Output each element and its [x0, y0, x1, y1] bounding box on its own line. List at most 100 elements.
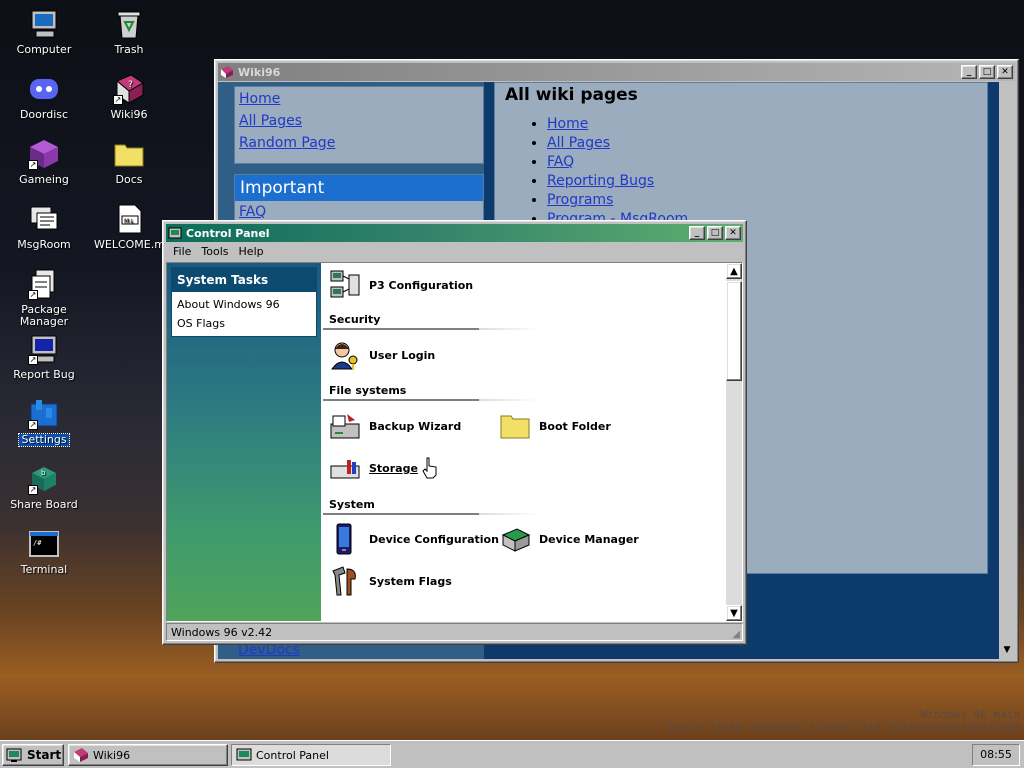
- wiki96-titlebar[interactable]: Wiki96 _ □ ✕: [218, 63, 1015, 81]
- desktop-icon-label: Report Bug: [13, 368, 75, 381]
- desktop-icon-docs[interactable]: Docs: [92, 138, 166, 186]
- desktop-icon-label: MsgRoom: [17, 238, 71, 251]
- applet-device-manager[interactable]: Device Manager: [499, 521, 639, 557]
- wiki-heading: All wiki pages: [505, 85, 638, 105]
- desktop-icon-wiki96[interactable]: ? ↗ Wiki96: [92, 73, 166, 121]
- markdown-file-icon: M↓: [113, 203, 145, 235]
- vertical-scrollbar[interactable]: ▲ ▼: [726, 263, 742, 621]
- scroll-up-arrow-icon[interactable]: ▲: [726, 263, 742, 279]
- section-security: Security: [323, 311, 539, 330]
- build-watermark: Windows 96 main Build 11589.7b9a893a.211…: [669, 708, 1020, 734]
- desktop-icon-label: Docs: [115, 173, 143, 186]
- control-panel-window[interactable]: Control Panel _ □ ✕ File Tools Help Syst…: [162, 220, 747, 645]
- control-panel-icon: [236, 748, 252, 761]
- terminal-icon: /#: [28, 528, 60, 560]
- maximize-button[interactable]: □: [979, 65, 995, 79]
- close-button[interactable]: ✕: [997, 65, 1013, 79]
- desktop-icon-terminal[interactable]: /# Terminal: [7, 528, 81, 576]
- wiki-link-all-pages[interactable]: All Pages: [235, 110, 483, 132]
- list-item: FAQ: [547, 153, 987, 172]
- applet-p3-configuration[interactable]: P3 Configuration: [329, 267, 473, 303]
- svg-text:/#: /#: [33, 539, 42, 547]
- status-bar: Windows 96 v2.42 ◢: [166, 623, 743, 641]
- menu-tools[interactable]: Tools: [196, 245, 233, 258]
- wiki-book-icon: ? ↗: [113, 73, 145, 105]
- task-os-flags[interactable]: OS Flags: [172, 314, 316, 333]
- windows-logo-icon: [6, 748, 22, 762]
- task-about-windows[interactable]: About Windows 96: [172, 295, 316, 314]
- scroll-down-arrow-icon[interactable]: ▼: [726, 605, 742, 621]
- list-item: Reporting Bugs: [547, 172, 987, 191]
- taskbar-button-control-panel[interactable]: Control Panel: [231, 744, 391, 766]
- start-button[interactable]: Start: [2, 744, 64, 766]
- applet-system-flags[interactable]: System Flags: [329, 563, 452, 599]
- applet-label: Device Manager: [539, 532, 639, 546]
- network-icon: [330, 270, 360, 298]
- scroll-down-arrow-icon[interactable]: ▼: [999, 645, 1015, 659]
- control-panel-content: System Tasks About Windows 96 OS Flags P…: [166, 262, 743, 622]
- wiki-page-list: Home All Pages FAQ Reporting Bugs Progra…: [523, 115, 987, 229]
- desktop-icon-gameing[interactable]: ↗ Gameing: [7, 138, 81, 186]
- taskbar-button-label: Wiki96: [93, 748, 131, 762]
- computer-icon: [28, 8, 60, 40]
- desktop-icon-package-manager[interactable]: ↗ Package Manager: [7, 268, 81, 328]
- wiki-link-home[interactable]: Home: [235, 88, 483, 110]
- control-panel-titlebar[interactable]: Control Panel _ □ ✕: [166, 224, 743, 242]
- taskbar-button-wiki96[interactable]: Wiki96: [68, 744, 228, 766]
- desktop-icon-trash[interactable]: Trash: [92, 8, 166, 56]
- wiki-page-link[interactable]: Reporting Bugs: [547, 173, 654, 189]
- desktop-icon-label: Settings: [18, 433, 70, 447]
- close-button[interactable]: ✕: [725, 226, 741, 240]
- wiki-book-icon: [221, 66, 233, 78]
- svg-text:M↓: M↓: [124, 218, 134, 225]
- menu-file[interactable]: File: [168, 245, 196, 258]
- vertical-scrollbar[interactable]: ▼: [999, 82, 1015, 659]
- share-board-icon: b ↗: [28, 463, 60, 495]
- maximize-button[interactable]: □: [707, 226, 723, 240]
- important-header: Important: [235, 175, 483, 201]
- applet-user-login[interactable]: User Login: [329, 337, 435, 373]
- section-system: System: [323, 496, 539, 515]
- minimize-button[interactable]: _: [689, 226, 705, 240]
- desktop-icon-report-bug[interactable]: ↗ Report Bug: [7, 333, 81, 381]
- wiki-page-link[interactable]: All Pages: [547, 135, 610, 151]
- desktop-icon-share-board[interactable]: b ↗ Share Board: [7, 463, 81, 511]
- status-text: Windows 96 v2.42: [171, 626, 273, 639]
- applet-label: Boot Folder: [539, 419, 611, 433]
- svg-text:?: ?: [128, 80, 133, 90]
- minimize-button[interactable]: _: [961, 65, 977, 79]
- desktop-icon-settings[interactable]: ↗ Settings: [7, 398, 81, 447]
- resize-grip-icon[interactable]: ◢: [732, 629, 740, 640]
- system-tray-clock[interactable]: 08:55: [972, 744, 1020, 766]
- applet-boot-folder[interactable]: Boot Folder: [499, 408, 611, 444]
- applet-label: P3 Configuration: [369, 278, 474, 292]
- desktop-icon-doordisc[interactable]: Doordisc: [7, 73, 81, 121]
- applet-backup-wizard[interactable]: Backup Wizard: [329, 408, 461, 444]
- desktop-icon-welcome[interactable]: M↓ WELCOME.md: [92, 203, 172, 251]
- report-bug-icon: ↗: [28, 333, 60, 365]
- system-tasks-box: System Tasks About Windows 96 OS Flags: [171, 267, 317, 337]
- wiki-nav-box: Home All Pages Random Page: [234, 86, 484, 164]
- svg-text:b: b: [41, 469, 46, 477]
- control-panel-icon: [168, 227, 182, 239]
- wiki-link-random[interactable]: Random Page: [235, 132, 483, 154]
- section-file-systems: File systems: [323, 382, 539, 401]
- start-label: Start: [27, 748, 62, 762]
- desktop-icon-label: Terminal: [20, 563, 68, 576]
- menu-help[interactable]: Help: [234, 245, 269, 258]
- wiki-page-link[interactable]: FAQ: [547, 154, 574, 170]
- desktop-icon-msgroom[interactable]: MsgRoom: [7, 203, 81, 251]
- applet-storage[interactable]: Storage: [329, 450, 438, 486]
- desktop-icon-computer[interactable]: Computer: [7, 8, 81, 56]
- applet-list: P3 Configuration Security User Login Fil…: [321, 263, 726, 621]
- wiki-page-link[interactable]: Home: [547, 116, 588, 132]
- scroll-thumb[interactable]: [726, 281, 742, 381]
- task-pane: System Tasks About Windows 96 OS Flags: [167, 263, 321, 621]
- desktop-icon-label: Package Manager: [19, 303, 69, 328]
- wiki-page-link[interactable]: Programs: [547, 192, 613, 208]
- desktop-icon-label: Trash: [114, 43, 144, 56]
- package-manager-icon: ↗: [28, 268, 60, 300]
- applet-label: Storage: [369, 461, 418, 475]
- applet-device-configuration[interactable]: Device Configuration: [329, 521, 499, 557]
- hand-cursor-icon: [422, 457, 437, 479]
